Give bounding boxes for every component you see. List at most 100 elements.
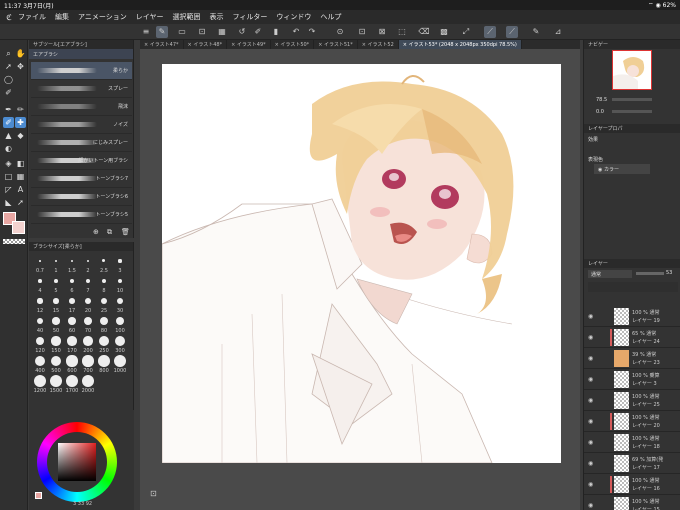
brush-size-option[interactable]: 2000	[80, 374, 96, 394]
brush-size-option[interactable]: 120	[32, 334, 48, 354]
stroke-correction-icon[interactable]: ⟋	[484, 26, 496, 38]
decoration-icon[interactable]: ✚	[15, 117, 26, 128]
import-icon[interactable]: ⊡	[196, 26, 208, 38]
undo-icon[interactable]: ↶	[290, 26, 302, 38]
canvas-area[interactable]: ⊡	[140, 49, 580, 510]
visibility-eye-icon[interactable]: ◉	[588, 439, 593, 446]
brush-size-option[interactable]: 250	[96, 334, 112, 354]
layer-row[interactable]: ◉ 39 % 通常 レイヤー 23	[584, 348, 680, 369]
brush-size-option[interactable]: 3	[112, 254, 128, 274]
correct-line-icon[interactable]: ➚	[15, 197, 26, 208]
brush-size-option[interactable]: 30	[112, 294, 128, 314]
lasso-icon[interactable]: ◯	[3, 74, 14, 85]
brush-size-option[interactable]: 150	[48, 334, 64, 354]
layer-row[interactable]: ◉ 65 % 通常 レイヤー 24	[584, 327, 680, 348]
brush-size-option[interactable]: 1	[48, 254, 64, 274]
menu-filter[interactable]: フィルター	[233, 12, 268, 22]
menu-selection[interactable]: 選択範囲	[173, 12, 201, 22]
tab-50[interactable]: × イラスト50*	[271, 40, 315, 49]
brush-size-option[interactable]: 60	[64, 314, 80, 334]
figure-icon[interactable]: □	[3, 171, 14, 182]
layers-toggle-icon[interactable]: ▦	[216, 26, 228, 38]
visibility-eye-icon[interactable]: ◉	[588, 460, 593, 467]
visibility-eye-icon[interactable]: ◉	[588, 334, 593, 341]
brush-item[interactable]: トーンブラシ7	[31, 170, 132, 188]
pen-tool-icon[interactable]: ✎	[156, 26, 168, 38]
rotation-slider[interactable]	[612, 110, 652, 113]
brush-item[interactable]: ノイズ	[31, 116, 132, 134]
trash-icon[interactable]: 🗑	[121, 228, 130, 236]
hand-icon[interactable]: ✋	[15, 48, 26, 59]
layer-row[interactable]: ◉ 100 % 通常 レイヤー 25	[584, 390, 680, 411]
brush-size-option[interactable]: 20	[80, 294, 96, 314]
brush-size-option[interactable]: 100	[112, 314, 128, 334]
brush-size-option[interactable]: 1500	[48, 374, 64, 394]
guide-icon[interactable]: ▮	[270, 26, 282, 38]
balloon-icon[interactable]: ◣	[3, 197, 14, 208]
drop-icon[interactable]: ◐	[3, 143, 14, 154]
brush-item[interactable]: スプレー	[31, 80, 132, 98]
frame-icon[interactable]: ▦	[15, 171, 26, 182]
move-icon[interactable]: ➚	[3, 61, 14, 72]
invert-select-icon[interactable]: ⊠	[376, 26, 388, 38]
brush-size-option[interactable]: 10	[112, 274, 128, 294]
ruler-tool-icon[interactable]: ◸	[3, 184, 14, 195]
brush-size-option[interactable]: 6	[64, 274, 80, 294]
brush-item[interactable]: にじみスプレー	[31, 134, 132, 152]
mini-main-color[interactable]	[35, 492, 42, 499]
opacity-value[interactable]: 53	[666, 270, 672, 276]
brush-size-option[interactable]: 200	[80, 334, 96, 354]
deselect-icon[interactable]: ⊙	[334, 26, 346, 38]
brush-item[interactable]: トーンブラシ5	[31, 206, 132, 224]
navigator-preview[interactable]	[612, 50, 652, 90]
brush-item[interactable]: 飛沫	[31, 98, 132, 116]
visibility-eye-icon[interactable]: ◉	[588, 502, 593, 509]
brush-size-option[interactable]: 700	[80, 354, 96, 374]
menu-help[interactable]: ヘルプ	[320, 12, 341, 22]
brush-icon[interactable]: ✐	[252, 26, 264, 38]
edit-pen-icon[interactable]: ✎	[530, 26, 542, 38]
airbrush-icon[interactable]: ✐	[3, 117, 14, 128]
tab-47[interactable]: × イラスト47*	[140, 40, 184, 49]
clear-icon[interactable]: ⌫	[418, 26, 430, 38]
hamburger-icon[interactable]: ≡	[140, 26, 152, 38]
menu-edit[interactable]: 編集	[55, 12, 69, 22]
ruler-icon[interactable]: ⊿	[552, 26, 564, 38]
tab-49[interactable]: × イラスト49*	[227, 40, 271, 49]
layer-row[interactable]: ◉ 100 % 通常 レイヤー 19	[584, 306, 680, 327]
drawing-canvas[interactable]	[162, 64, 561, 463]
brush-size-option[interactable]: 600	[64, 354, 80, 374]
redo-icon[interactable]: ↷	[306, 26, 318, 38]
menu-view[interactable]: 表示	[210, 12, 224, 22]
select-all-icon[interactable]: ⊡	[356, 26, 368, 38]
brush-size-option[interactable]: 170	[64, 334, 80, 354]
gradient-icon[interactable]: ◧	[15, 158, 26, 169]
fill-bucket-icon[interactable]: ◈	[3, 158, 14, 169]
expression-color-select[interactable]: ◉ カラー	[594, 164, 650, 174]
menu-animation[interactable]: アニメーション	[78, 12, 127, 22]
brush-size-option[interactable]: 400	[32, 354, 48, 374]
move-layer-icon[interactable]: ✥	[15, 61, 26, 72]
visibility-eye-icon[interactable]: ◉	[588, 481, 593, 488]
opacity-slider[interactable]	[636, 272, 664, 275]
brush-size-option[interactable]: 1200	[32, 374, 48, 394]
layer-row[interactable]: ◉ 100 % 乗算 レイヤー 3	[584, 369, 680, 390]
brush-item[interactable]: 柔らか	[31, 62, 132, 80]
brush-size-option[interactable]: 70	[80, 314, 96, 334]
crop-icon[interactable]: ⬚	[396, 26, 408, 38]
text-icon[interactable]: A	[15, 184, 26, 195]
brush-size-option[interactable]: 7	[80, 274, 96, 294]
layer-row[interactable]: ◉ 100 % 通常 レイヤー 20	[584, 411, 680, 432]
visibility-eye-icon[interactable]: ◉	[588, 313, 593, 320]
eyedropper-icon[interactable]: ✐	[3, 87, 14, 98]
zoom-slider[interactable]	[612, 98, 652, 101]
brush-size-option[interactable]: 1.5	[64, 254, 80, 274]
brush-size-option[interactable]: 500	[48, 354, 64, 374]
stabilizer-icon[interactable]: ⟋	[506, 26, 518, 38]
save-icon[interactable]: ▭	[176, 26, 188, 38]
brush-size-option[interactable]: 300	[112, 334, 128, 354]
brush-size-option[interactable]: 8	[96, 274, 112, 294]
rotation-value[interactable]: 0.0	[596, 109, 604, 115]
tab-53[interactable]: × イラスト53* (2048 x 2048px 350dpi 78.5%)	[398, 40, 522, 49]
brush-size-option[interactable]: 1700	[64, 374, 80, 394]
